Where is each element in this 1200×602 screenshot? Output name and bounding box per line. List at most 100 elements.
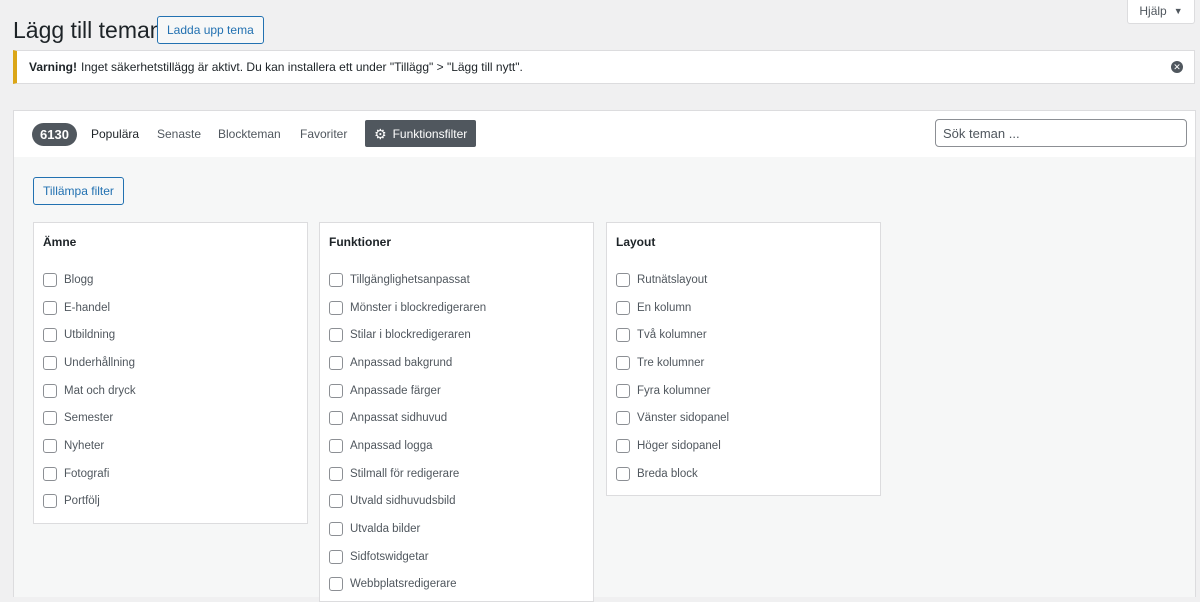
group-title: Funktioner bbox=[329, 235, 391, 249]
checkbox[interactable] bbox=[43, 411, 57, 426]
theme-search-input[interactable] bbox=[935, 119, 1187, 147]
checkbox[interactable] bbox=[616, 355, 630, 370]
filter-option-label: Höger sidopanel bbox=[637, 439, 721, 452]
filter-option[interactable]: Utbildning bbox=[43, 321, 136, 349]
filter-option[interactable]: Vänster sidopanel bbox=[616, 404, 729, 432]
apply-filter-button[interactable]: Tillämpa filter bbox=[33, 177, 124, 205]
notice-strong: Varning! bbox=[29, 60, 78, 74]
filter-option-label: Breda block bbox=[637, 467, 698, 480]
filter-option[interactable]: Tre kolumner bbox=[616, 349, 729, 377]
checkbox[interactable] bbox=[329, 438, 343, 453]
filter-drawer: Tillämpa filter Ämne Blogg E-handel Utbi… bbox=[13, 157, 1196, 602]
filter-option[interactable]: Stilar i blockredigeraren bbox=[329, 321, 486, 349]
filter-link-favorites[interactable]: Favoriter bbox=[300, 127, 347, 141]
feature-filter-button[interactable]: ⚙ Funktionsfilter bbox=[365, 120, 477, 147]
group-title: Ämne bbox=[43, 235, 77, 249]
filter-option-label: Semester bbox=[64, 412, 114, 425]
checkbox[interactable] bbox=[616, 272, 630, 287]
filter-option[interactable]: Anpassad logga bbox=[329, 432, 486, 460]
filter-option[interactable]: Nyheter bbox=[43, 432, 136, 460]
filter-option[interactable]: Utvald sidhuvudsbild bbox=[329, 488, 486, 516]
filter-option[interactable]: Breda block bbox=[616, 460, 729, 488]
filter-option-label: Vänster sidopanel bbox=[637, 412, 730, 425]
checkbox[interactable] bbox=[43, 494, 57, 509]
filter-option[interactable]: Semester bbox=[43, 404, 136, 432]
filter-option[interactable]: Tillgänglighetsanpassat bbox=[329, 266, 486, 294]
filter-option[interactable]: Underhållning bbox=[43, 349, 136, 377]
checkbox[interactable] bbox=[616, 300, 630, 315]
checkbox[interactable] bbox=[329, 328, 343, 343]
filter-option-label: Mönster i blockredigeraren bbox=[350, 301, 487, 314]
gear-icon: ⚙ bbox=[374, 125, 387, 142]
checkbox[interactable] bbox=[43, 272, 57, 287]
checkbox[interactable] bbox=[43, 328, 57, 343]
filter-option[interactable]: Rutnätslayout bbox=[616, 266, 729, 294]
filter-option-label: Anpassade färger bbox=[350, 384, 441, 397]
filter-link-block-themes[interactable]: Blockteman bbox=[218, 127, 281, 141]
filter-option-label: Underhållning bbox=[64, 356, 135, 369]
filter-option[interactable]: E-handel bbox=[43, 294, 136, 322]
checkbox[interactable] bbox=[616, 466, 630, 481]
filter-option[interactable]: En kolumn bbox=[616, 294, 729, 322]
filter-option[interactable]: Sidfotswidgetar bbox=[329, 543, 486, 571]
checkbox[interactable] bbox=[329, 466, 343, 481]
filter-option-label: Utvalda bilder bbox=[350, 523, 421, 536]
checkbox[interactable] bbox=[616, 383, 630, 398]
filter-option[interactable]: Höger sidopanel bbox=[616, 432, 729, 460]
filter-option[interactable]: Webbplatsredigerare bbox=[329, 571, 486, 599]
filter-option[interactable]: Anpassade färger bbox=[329, 377, 486, 405]
checkbox[interactable] bbox=[329, 411, 343, 426]
checkbox[interactable] bbox=[329, 494, 343, 509]
filter-option[interactable]: Blogg bbox=[43, 266, 136, 294]
filter-option[interactable]: Stilmall för redigerare bbox=[329, 460, 486, 488]
feature-filter-label: Funktionsfilter bbox=[392, 126, 468, 141]
checkbox[interactable] bbox=[43, 355, 57, 370]
checkbox[interactable] bbox=[329, 549, 343, 564]
filter-group-subject: Ämne Blogg E-handel Utbildning Underhåll… bbox=[33, 222, 308, 524]
checkbox[interactable] bbox=[329, 272, 343, 287]
filter-option-label: Anpassad bakgrund bbox=[350, 356, 453, 369]
filter-option[interactable]: Mönster i blockredigeraren bbox=[329, 294, 486, 322]
dismiss-icon[interactable]: ✕ bbox=[1171, 61, 1183, 73]
filter-option-label: Tre kolumner bbox=[637, 356, 705, 369]
filter-option[interactable]: Två kolumner bbox=[616, 321, 729, 349]
filter-option-label: Utvald sidhuvudsbild bbox=[350, 495, 456, 508]
filter-option-label: Stilmall för redigerare bbox=[350, 467, 460, 480]
checkbox[interactable] bbox=[329, 522, 343, 537]
filter-option[interactable]: Anpassad bakgrund bbox=[329, 349, 486, 377]
checkbox[interactable] bbox=[329, 300, 343, 315]
filter-option-label: Fotografi bbox=[64, 467, 110, 480]
checkbox[interactable] bbox=[329, 577, 343, 592]
filter-option[interactable]: Fyra kolumner bbox=[616, 377, 729, 405]
page-title: Lägg till teman bbox=[13, 17, 163, 43]
checkbox[interactable] bbox=[43, 300, 57, 315]
checkbox-list: Tillgänglighetsanpassat Mönster i blockr… bbox=[329, 266, 486, 598]
filter-option[interactable]: Mat och dryck bbox=[43, 377, 136, 405]
filter-group-features: Funktioner Tillgänglighetsanpassat Mönst… bbox=[319, 222, 594, 602]
checkbox[interactable] bbox=[616, 411, 630, 426]
checkbox-list: Rutnätslayout En kolumn Två kolumner Tre… bbox=[616, 266, 729, 488]
filter-bar: 6130 Populära Senaste Blockteman Favorit… bbox=[13, 110, 1196, 158]
upload-theme-button[interactable]: Ladda upp tema bbox=[157, 16, 264, 44]
filter-link-latest[interactable]: Senaste bbox=[157, 127, 201, 141]
checkbox[interactable] bbox=[616, 328, 630, 343]
filter-option[interactable]: Anpassat sidhuvud bbox=[329, 404, 486, 432]
filter-option-label: Tillgänglighetsanpassat bbox=[350, 273, 470, 286]
filter-group-layout: Layout Rutnätslayout En kolumn Två kolum… bbox=[606, 222, 881, 496]
checkbox[interactable] bbox=[43, 466, 57, 481]
filter-link-popular[interactable]: Populära bbox=[91, 127, 139, 141]
checkbox[interactable] bbox=[329, 383, 343, 398]
filter-option-label: En kolumn bbox=[637, 301, 692, 314]
filter-option-label: Webbplatsredigerare bbox=[350, 578, 457, 591]
theme-count-badge: 6130 bbox=[32, 123, 77, 146]
checkbox[interactable] bbox=[329, 355, 343, 370]
filter-option-label: Anpassad logga bbox=[350, 439, 433, 452]
checkbox[interactable] bbox=[43, 438, 57, 453]
filter-option-label: Nyheter bbox=[64, 439, 105, 452]
filter-option[interactable]: Utvalda bilder bbox=[329, 515, 486, 543]
checkbox[interactable] bbox=[616, 438, 630, 453]
filter-option[interactable]: Portfölj bbox=[43, 488, 136, 516]
checkbox[interactable] bbox=[43, 383, 57, 398]
filter-option[interactable]: Fotografi bbox=[43, 460, 136, 488]
help-tab[interactable]: Hjälp ▼ bbox=[1127, 0, 1195, 24]
